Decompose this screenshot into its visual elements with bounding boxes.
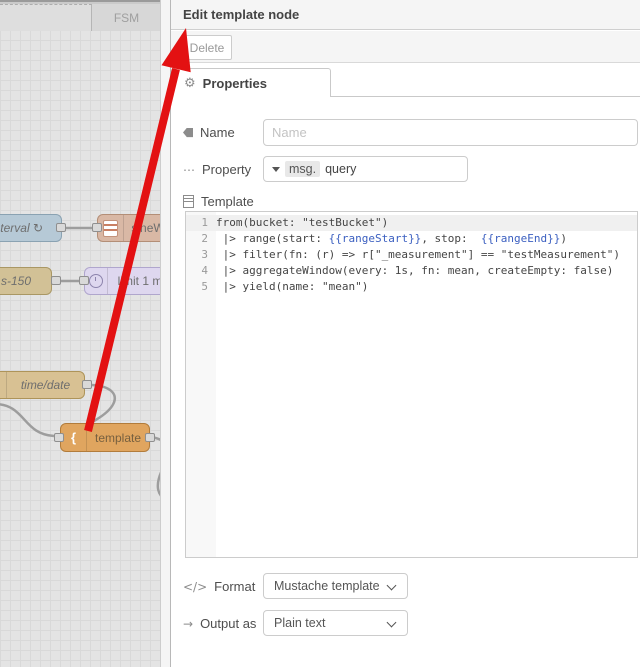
chevron-down-icon — [386, 617, 397, 628]
line-number: 1 — [201, 216, 208, 229]
node-limit[interactable]: limit 1 ms — [84, 267, 160, 295]
line-number: 4 — [201, 264, 208, 277]
node-timedate[interactable]: f time/date — [0, 371, 85, 399]
node-limit-label: limit 1 ms — [117, 274, 160, 288]
node-interval[interactable]: interval ↻ — [0, 214, 62, 242]
canvas-scrollbar-strip[interactable] — [160, 0, 171, 667]
function-icon: f — [0, 372, 7, 398]
format-label-row: </> Format — [183, 579, 255, 594]
node-sinewave-label: sineWave — [131, 221, 160, 235]
output-label: Output as — [200, 616, 257, 631]
editor-line[interactable]: 5 |> yield(name: "mean") — [186, 279, 637, 295]
line-number: 2 — [201, 232, 208, 245]
node-s150-label: s-150 — [0, 274, 32, 288]
panel-title: Edit template node — [183, 7, 300, 22]
line-number: 5 — [201, 280, 208, 293]
ellipsis-icon: ⋯ — [183, 162, 195, 177]
chevron-down-icon — [386, 580, 397, 591]
edit-node-panel: Edit template node Delete ⚙ Properties N… — [171, 0, 640, 667]
property-label: Property — [202, 162, 252, 177]
editor-line[interactable]: 2 |> range(start: {{rangeStart}}, stop: … — [186, 231, 637, 247]
node-interval-label: interval ↻ — [0, 221, 44, 235]
port-sinewave-in[interactable] — [92, 223, 102, 232]
name-input[interactable] — [263, 119, 638, 146]
name-label: Name — [200, 125, 235, 140]
port-template-in[interactable] — [54, 433, 64, 442]
property-typed-input[interactable]: msg. query — [263, 156, 468, 182]
format-select-value: Mustache template — [274, 579, 380, 593]
format-label: Format — [214, 579, 256, 594]
flow-wires — [0, 226, 160, 497]
node-template-label: template — [94, 430, 142, 445]
panel-header: Edit template node — [171, 0, 640, 30]
property-type-chip[interactable]: msg. — [285, 161, 321, 177]
format-select[interactable]: Mustache template — [263, 573, 408, 599]
template-brace-icon: { — [61, 424, 87, 451]
gear-icon: ⚙ — [184, 75, 196, 91]
template-label: Template — [201, 194, 254, 209]
property-label-row: ⋯ Property — [183, 162, 251, 177]
flow-canvas[interactable]: FSM interval ↻ sineWave s-150 limit 1 ms… — [0, 0, 160, 667]
output-select-value: Plain text — [274, 616, 326, 630]
tab-underline — [331, 96, 640, 97]
port-limit-in[interactable] — [79, 276, 89, 285]
delete-button[interactable]: Delete — [182, 35, 232, 60]
node-sinewave[interactable]: sineWave — [97, 214, 160, 242]
code-text: |> yield(name: "mean") — [216, 280, 369, 293]
code-text: |> aggregateWindow(every: 1s, fn: mean, … — [216, 264, 614, 277]
editor-line[interactable]: 3 |> filter(fn: (r) => r["_measurement"]… — [186, 247, 637, 263]
code-text: |> filter(fn: (r) => r["_measurement"] =… — [216, 248, 620, 261]
tab-properties[interactable]: ⚙ Properties — [171, 68, 331, 97]
property-value[interactable]: query — [325, 162, 356, 176]
document-icon — [183, 195, 194, 208]
editor-line[interactable]: 1 from(bucket: "testBucket") — [186, 215, 637, 231]
node-s150[interactable]: s-150 — [0, 267, 52, 295]
typed-input-caret-icon — [272, 166, 280, 172]
panel-tab-row: ⚙ Properties — [171, 63, 640, 97]
node-timedate-label: time/date — [20, 378, 71, 392]
editor-line[interactable]: 4 |> aggregateWindow(every: 1s, fn: mean… — [186, 263, 637, 279]
arrow-right-icon: → — [183, 616, 194, 631]
template-label-row: Template — [183, 194, 254, 209]
line-number: 3 — [201, 248, 208, 261]
node-template[interactable]: { template — [60, 423, 150, 452]
panel-toolbar: Delete — [171, 31, 640, 63]
editor-code-rows: 1 from(bucket: "testBucket") 2 |> range(st… — [186, 212, 637, 295]
output-label-row: → Output as — [183, 616, 256, 631]
port-interval-out[interactable] — [56, 223, 66, 232]
port-timedate-out[interactable] — [82, 380, 92, 389]
code-text: from(bucket: "testBucket") — [216, 216, 389, 229]
output-select[interactable]: Plain text — [263, 610, 408, 636]
tag-icon — [183, 127, 193, 138]
code-text: |> range(start: {{rangeStart}}, stop: {{… — [216, 232, 568, 245]
port-s150-out[interactable] — [51, 276, 61, 285]
name-label-row: Name — [183, 125, 235, 140]
code-brackets-icon: </> — [183, 579, 208, 594]
template-code-editor[interactable]: 1 from(bucket: "testBucket") 2 |> range(st… — [185, 211, 638, 558]
tab-properties-label: Properties — [202, 75, 267, 91]
port-template-out[interactable] — [145, 433, 155, 442]
